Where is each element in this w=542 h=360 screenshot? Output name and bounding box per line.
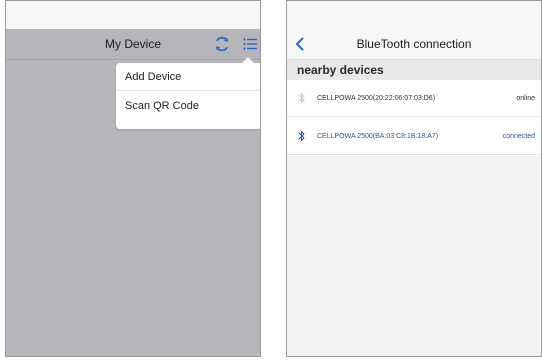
left-nav-bar: My Device — [6, 29, 260, 60]
device-status: online — [516, 95, 535, 102]
device-row-connected[interactable]: CELLPOWA 2500(BA:03:C8:1B:18:A7) connect… — [287, 118, 541, 155]
device-list: CELLPOWA 2500(20:22:06:07:03:D6) online … — [287, 80, 541, 156]
bluetooth-icon — [297, 91, 307, 105]
refresh-icon[interactable] — [214, 36, 230, 52]
menu-item-scan-qr-code[interactable]: Scan QR Code — [116, 92, 260, 120]
right-phone-screen: BlueTooth connection nearby devices CELL… — [286, 0, 542, 357]
left-status-bar — [6, 1, 260, 29]
device-row-online[interactable]: CELLPOWA 2500(20:22:06:07:03:D6) online — [287, 80, 541, 117]
menu-list-icon[interactable] — [242, 36, 258, 52]
device-status: connected — [502, 133, 535, 140]
section-header-nearby-devices: nearby devices — [287, 60, 541, 80]
screenshot-stage: My Device Add Device Scan QR Code BlueTo… — [0, 0, 542, 360]
bluetooth-icon-svg — [298, 93, 305, 103]
refresh-icon-svg — [216, 36, 228, 52]
left-phone-screen: My Device Add Device Scan QR Code — [5, 0, 261, 357]
add-device-dropdown: Add Device Scan QR Code — [116, 57, 260, 129]
bluetooth-icon — [297, 129, 307, 143]
right-nav-bar: BlueTooth connection — [287, 29, 541, 60]
menu-list-icon-svg — [243, 38, 257, 50]
bluetooth-icon-svg — [298, 131, 305, 141]
menu-item-add-device[interactable]: Add Device — [116, 63, 260, 91]
device-name: CELLPOWA 2500(BA:03:C8:1B:18:A7) — [317, 133, 439, 140]
right-status-bar — [287, 1, 541, 29]
device-name: CELLPOWA 2500(20:22:06:07:03:D6) — [317, 95, 436, 102]
right-page-title: BlueTooth connection — [356, 37, 472, 51]
